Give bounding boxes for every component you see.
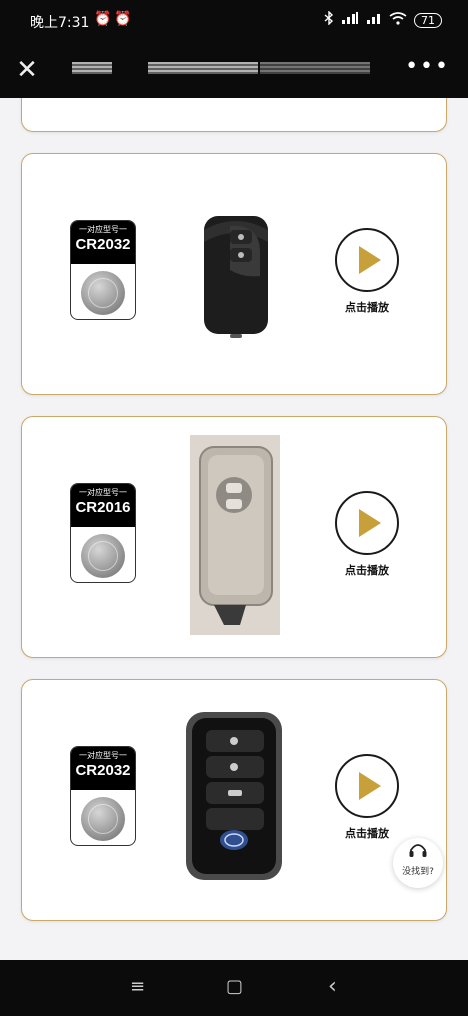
car-key-image xyxy=(190,435,280,635)
status-bar: 晚上7:31 ⏰⏰ 71 xyxy=(0,0,468,44)
battery-card: 一对应型号一 CR2032 点击播放 xyxy=(21,153,447,395)
menu-button[interactable]: ≡ xyxy=(130,976,145,998)
battery-model: CR2016 xyxy=(75,499,131,516)
status-time: 晚上7:31 xyxy=(30,15,90,31)
battery-badge: 一对应型号一 CR2032 xyxy=(70,746,136,846)
battery-model: CR2032 xyxy=(75,762,131,779)
play-control: 点击播放 xyxy=(334,228,400,315)
headset-icon xyxy=(393,842,443,866)
battery-card: 一对应型号一 CR2032 点击播放 xyxy=(21,679,447,921)
help-label: 没找到? xyxy=(402,867,434,877)
play-label[interactable]: 点击播放 xyxy=(334,562,400,578)
battery-card: 一对应型号一 CR2016 点击播放 xyxy=(21,416,447,658)
play-label[interactable]: 点击播放 xyxy=(334,825,400,841)
status-indicators: 71 xyxy=(324,10,442,29)
main-content: 一对应型号一 CR2032 点击播放 一对应型号一 CR2016 点击播放 一对… xyxy=(0,98,468,960)
battery-indicator: 71 xyxy=(414,12,442,28)
bluetooth-icon xyxy=(324,10,334,29)
play-icon xyxy=(359,772,381,800)
battery-sub-label: 一对应型号一 xyxy=(79,225,127,234)
battery-sub-label: 一对应型号一 xyxy=(79,751,127,760)
play-button[interactable] xyxy=(335,228,399,292)
help-float-button[interactable]: 没找到? xyxy=(393,838,443,888)
play-button[interactable] xyxy=(335,491,399,555)
coin-battery-icon xyxy=(81,797,125,841)
car-key-image xyxy=(186,712,282,880)
play-button[interactable] xyxy=(335,754,399,818)
close-button[interactable]: ✕ xyxy=(12,55,42,85)
battery-model: CR2032 xyxy=(75,236,131,253)
battery-badge: 一对应型号一 CR2032 xyxy=(70,220,136,320)
battery-sub-label: 一对应型号一 xyxy=(79,488,127,497)
coin-battery-icon xyxy=(81,271,125,315)
alarm-icon: ⏰⏰ xyxy=(94,11,135,27)
wifi-icon xyxy=(389,11,407,29)
back-button[interactable]: ‹ xyxy=(328,976,337,998)
play-icon xyxy=(359,509,381,537)
more-options-button[interactable]: ••• xyxy=(405,56,450,78)
battery-badge: 一对应型号一 CR2016 xyxy=(70,483,136,583)
home-button[interactable]: ▢ xyxy=(226,976,243,998)
signal-icon xyxy=(341,12,359,28)
title-bar: ✕ ••• xyxy=(0,44,468,98)
signal-icon-2 xyxy=(366,12,382,28)
page-title-obscured xyxy=(72,57,382,79)
card-partial xyxy=(21,98,447,132)
coin-battery-icon xyxy=(81,534,125,578)
system-nav-bar: ≡ ▢ ‹ xyxy=(0,960,468,1016)
play-label[interactable]: 点击播放 xyxy=(334,299,400,315)
play-icon xyxy=(359,246,381,274)
car-key-image xyxy=(204,216,268,338)
play-control: 点击播放 xyxy=(334,754,400,841)
play-control: 点击播放 xyxy=(334,491,400,578)
